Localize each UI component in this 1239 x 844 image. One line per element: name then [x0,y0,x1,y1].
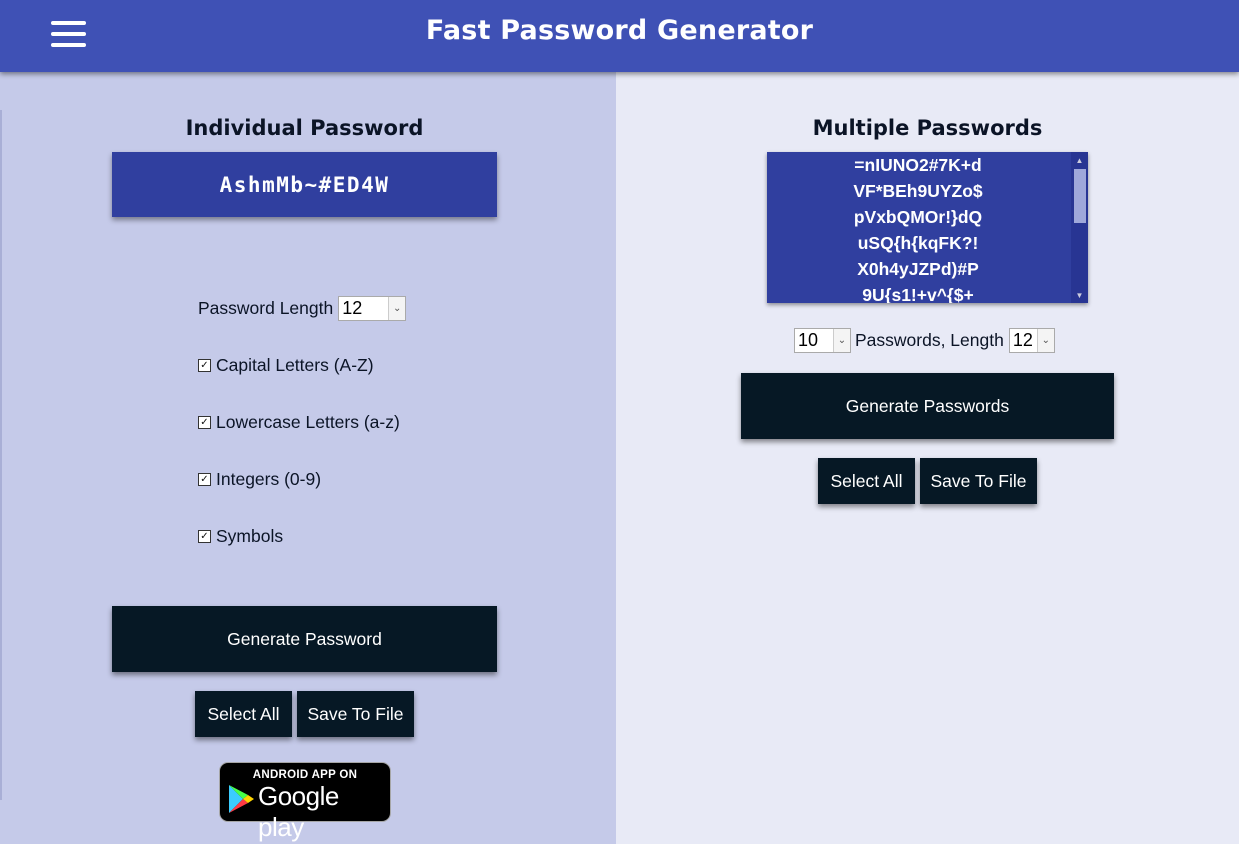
lowercase-letters-checkbox[interactable]: ✓ [198,416,211,429]
password-length-label: Password Length [198,298,334,318]
password-list-item: uSQ{h{kqFK?! [857,233,979,253]
passwords-length-label: Passwords, Length [855,330,1004,350]
multiple-passwords-output[interactable]: =nIUNO2#7K+d VF*BEh9UYZo$ pVxbQMOr!}dQ u… [767,152,1088,303]
capital-letters-label: Capital Letters (A-Z) [216,355,374,375]
symbols-checkbox[interactable]: ✓ [198,530,211,543]
password-count-select[interactable]: 10 ⌄ [794,328,851,353]
integers-label: Integers (0-9) [216,469,322,489]
count-length-row: 10 ⌄ Passwords, Length 12 ⌄ [794,328,1055,353]
option-integers[interactable]: ✓ Integers (0-9) [198,469,321,490]
chevron-down-icon: ⌄ [833,329,850,352]
symbols-label: Symbols [216,526,284,546]
panel-divider [0,110,2,800]
option-symbols[interactable]: ✓ Symbols [198,526,283,547]
chevron-down-icon: ⌄ [1036,329,1054,352]
chevron-down-icon: ⌄ [388,297,406,320]
scroll-up-icon[interactable]: ▲ [1071,152,1088,168]
password-length-row: Password Length 12 ⌄ [198,296,407,321]
password-count-value: 10 [798,330,819,350]
generate-passwords-button[interactable]: Generate Passwords [741,373,1114,439]
badge-top-text: ANDROID APP ON [252,769,358,781]
password-list-item: pVxbQMOr!}dQ [853,207,983,227]
password-list-item: =nIUNO2#7K+d [854,155,982,175]
select-all-multiple-button[interactable]: Select All [818,458,915,504]
scroll-down-icon[interactable]: ▼ [1071,287,1088,303]
badge-bottom-text: Google play [258,781,339,842]
generate-password-button[interactable]: Generate Password [112,606,497,672]
option-lowercase-letters[interactable]: ✓ Lowercase Letters (a-z) [198,412,400,433]
password-length-select[interactable]: 12 ⌄ [338,296,407,321]
lowercase-letters-label: Lowercase Letters (a-z) [216,412,400,432]
password-list-item: VF*BEh9UYZo$ [853,181,983,201]
multiple-passwords-title: Multiple Passwords [812,116,1043,140]
capital-letters-checkbox[interactable]: ✓ [198,359,211,372]
app-title: Fast Password Generator [425,15,814,46]
option-capital-letters[interactable]: ✓ Capital Letters (A-Z) [198,355,374,376]
save-to-file-button[interactable]: Save To File [297,691,414,737]
save-to-file-multiple-button[interactable]: Save To File [920,458,1037,504]
vertical-scrollbar[interactable]: ▲ ▼ [1071,152,1088,303]
individual-password-title: Individual Password [185,116,424,140]
password-length-value: 12 [342,298,363,318]
password-list-item: 9U{s1!+v^{$+ [862,285,974,303]
multiple-length-value: 12 [1012,330,1033,350]
google-play-icon [229,785,254,813]
multiple-length-select[interactable]: 12 ⌄ [1008,328,1055,353]
password-list: =nIUNO2#7K+d VF*BEh9UYZo$ pVxbQMOr!}dQ u… [767,152,1069,303]
integers-checkbox[interactable]: ✓ [198,473,211,486]
individual-password-output[interactable]: AshmMb~#ED4W [112,152,497,217]
google-play-badge[interactable]: ANDROID APP ON Google play [219,762,391,842]
password-list-item: X0h4yJZPd)#P [857,259,979,279]
app-header: Fast Password Generator [0,0,1239,72]
select-all-button[interactable]: Select All [195,691,292,737]
scroll-thumb[interactable] [1074,169,1086,223]
